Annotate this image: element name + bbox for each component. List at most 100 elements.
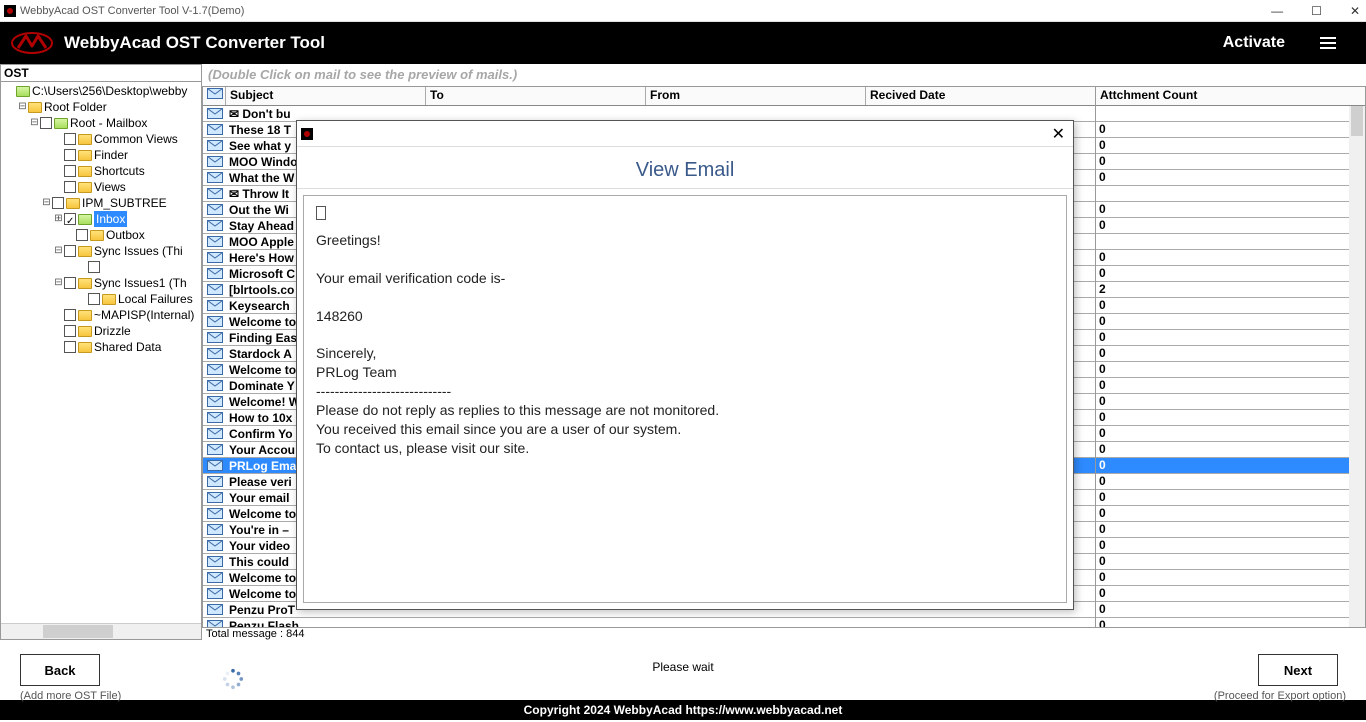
attachment-cell[interactable]: 0: [1096, 218, 1365, 234]
attachment-cell[interactable]: 0: [1096, 522, 1365, 538]
tree-node[interactable]: ⊟Sync Issues (Thi: [1, 243, 201, 259]
checkbox[interactable]: [64, 325, 76, 337]
checkbox[interactable]: [88, 293, 100, 305]
tree-node[interactable]: ⊟Root - Mailbox: [1, 115, 201, 131]
attachment-cell[interactable]: 0: [1096, 538, 1365, 554]
mail-subject: ✉ Don't bu: [226, 107, 294, 121]
tree-node[interactable]: Shared Data: [1, 339, 201, 355]
folder-icon: [102, 294, 116, 305]
mail-subject: This could: [226, 555, 292, 569]
tree-node[interactable]: ~MAPISP(Internal): [1, 307, 201, 323]
mail-icon: [203, 172, 226, 183]
app-icon: [4, 5, 16, 17]
col-subject-head[interactable]: Subject: [226, 87, 426, 105]
next-button[interactable]: Next: [1258, 654, 1338, 686]
attachment-cell[interactable]: 0: [1096, 330, 1365, 346]
folder-tree[interactable]: C:\Users\256\Desktop\webby⊟Root Folder⊟R…: [1, 82, 201, 623]
checkbox[interactable]: [64, 133, 76, 145]
tree-node[interactable]: Common Views: [1, 131, 201, 147]
email-line: [316, 325, 1054, 344]
attachment-cell[interactable]: [1096, 186, 1365, 202]
menu-icon[interactable]: [1320, 37, 1336, 49]
maximize-button[interactable]: ☐: [1311, 4, 1322, 18]
tree-node[interactable]: ⊞Inbox: [1, 211, 201, 227]
attachment-cell[interactable]: 0: [1096, 266, 1365, 282]
attachment-cell[interactable]: 0: [1096, 618, 1365, 627]
checkbox[interactable]: [64, 181, 76, 193]
tree-node[interactable]: C:\Users\256\Desktop\webby: [1, 83, 201, 99]
mail-icon: [203, 476, 226, 487]
activate-button[interactable]: Activate: [1223, 34, 1285, 52]
tree-label: Local Failures: [118, 291, 193, 307]
dialog-close-button[interactable]: ✕: [1052, 124, 1065, 144]
col-icon-head[interactable]: [203, 87, 226, 105]
attachment-cell[interactable]: 0: [1096, 154, 1365, 170]
checkbox[interactable]: [64, 309, 76, 321]
attachment-cell[interactable]: 0: [1096, 298, 1365, 314]
checkbox[interactable]: [64, 277, 76, 289]
close-button[interactable]: ✕: [1350, 4, 1360, 18]
folder-icon: [78, 150, 92, 161]
email-body[interactable]: Greetings! Your email verification code …: [303, 195, 1067, 603]
checkbox[interactable]: [64, 245, 76, 257]
tree-node[interactable]: ⊟Sync Issues1 (Th: [1, 275, 201, 291]
attachment-cell[interactable]: [1096, 234, 1365, 250]
attachment-cell[interactable]: 0: [1096, 378, 1365, 394]
footer-controls: Back (Add more OST File) Please wait Nex…: [0, 640, 1366, 700]
attachment-cell[interactable]: 0: [1096, 570, 1365, 586]
attachment-cell[interactable]: 0: [1096, 346, 1365, 362]
tree-node[interactable]: Finder: [1, 147, 201, 163]
minimize-button[interactable]: —: [1271, 4, 1283, 18]
attachment-cell[interactable]: 0: [1096, 506, 1365, 522]
col-from-head[interactable]: From: [646, 87, 866, 105]
tree-node[interactable]: Shortcuts: [1, 163, 201, 179]
mail-icon: [203, 396, 226, 407]
checkbox[interactable]: [64, 149, 76, 161]
grid-vscrollbar[interactable]: [1349, 106, 1365, 627]
attachment-cell[interactable]: 0: [1096, 442, 1365, 458]
attachment-cell[interactable]: 0: [1096, 394, 1365, 410]
checkbox[interactable]: [40, 117, 52, 129]
col-to-head[interactable]: To: [426, 87, 646, 105]
mail-subject: PRLog Ema: [226, 459, 299, 473]
folder-tree-panel: OST C:\Users\256\Desktop\webby⊟Root Fold…: [0, 64, 202, 640]
attachment-body[interactable]: 0000000020000000000000000000000: [1096, 106, 1365, 627]
attachment-cell[interactable]: 0: [1096, 314, 1365, 330]
tree-node[interactable]: ⊟IPM_SUBTREE: [1, 195, 201, 211]
checkbox[interactable]: [88, 261, 100, 273]
attachment-cell[interactable]: 0: [1096, 554, 1365, 570]
attachment-cell[interactable]: 0: [1096, 602, 1365, 618]
checkbox[interactable]: [64, 341, 76, 353]
tree-node[interactable]: Outbox: [1, 227, 201, 243]
attachment-cell[interactable]: 0: [1096, 362, 1365, 378]
attachment-cell[interactable]: 0: [1096, 122, 1365, 138]
col-received-head[interactable]: Recived Date: [866, 87, 1095, 105]
tree-node[interactable]: ⊟Root Folder: [1, 99, 201, 115]
checkbox[interactable]: [64, 165, 76, 177]
checkbox[interactable]: [76, 229, 88, 241]
mail-subject: See what y: [226, 139, 294, 153]
attachment-cell[interactable]: 0: [1096, 138, 1365, 154]
folder-icon: [28, 102, 42, 113]
attachment-cell[interactable]: 0: [1096, 490, 1365, 506]
attachment-cell[interactable]: 0: [1096, 458, 1365, 474]
tree-node[interactable]: Views: [1, 179, 201, 195]
tree-hscrollbar[interactable]: [1, 623, 201, 639]
mail-row[interactable]: Penzu Flash: [203, 618, 1095, 627]
attachment-cell[interactable]: 0: [1096, 202, 1365, 218]
checkbox[interactable]: [64, 213, 76, 225]
attachment-cell[interactable]: 0: [1096, 170, 1365, 186]
attachment-cell[interactable]: [1096, 106, 1365, 122]
attachment-cell[interactable]: 0: [1096, 586, 1365, 602]
attachment-cell[interactable]: 0: [1096, 410, 1365, 426]
attachment-cell[interactable]: 0: [1096, 474, 1365, 490]
checkbox[interactable]: [52, 197, 64, 209]
attachment-cell[interactable]: 0: [1096, 250, 1365, 266]
back-button[interactable]: Back: [20, 654, 100, 686]
col-attachment-head[interactable]: Attchment Count: [1096, 87, 1365, 106]
tree-node[interactable]: Local Failures: [1, 291, 201, 307]
tree-node[interactable]: [1, 259, 201, 275]
attachment-cell[interactable]: 0: [1096, 426, 1365, 442]
tree-node[interactable]: Drizzle: [1, 323, 201, 339]
attachment-cell[interactable]: 2: [1096, 282, 1365, 298]
